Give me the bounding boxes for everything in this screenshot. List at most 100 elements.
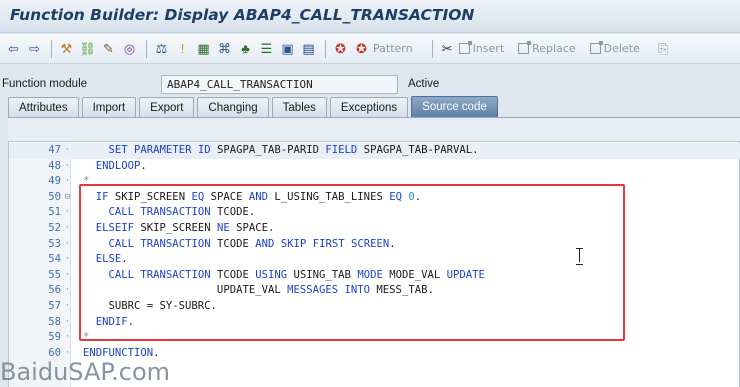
where-used-list-icon[interactable]: ▦ xyxy=(194,39,213,58)
line-number: 52 xyxy=(48,222,61,234)
activate-icon[interactable]: ◎ xyxy=(120,39,139,58)
fold-marker-icon: · xyxy=(64,301,71,311)
delete-icon xyxy=(589,41,603,54)
fold-marker-icon: ⊟ xyxy=(64,191,71,202)
pretty-printer-icon[interactable]: ▤ xyxy=(299,39,318,58)
code-text: UPDATE_VAL MESSAGES INTO MESS_TAB. xyxy=(83,284,434,297)
tab-changing[interactable]: Changing xyxy=(197,97,269,117)
line-number: 56 xyxy=(48,284,61,297)
fold-marker-icon: · xyxy=(64,332,71,343)
code-text: ENDLOOP. xyxy=(95,159,147,172)
fold-marker-icon: · xyxy=(64,176,71,187)
code-text: ELSE. xyxy=(95,253,128,266)
code-line[interactable]: 58 · ENDIF. xyxy=(9,315,740,331)
text-cursor-icon xyxy=(576,248,583,265)
insert-label: Insert xyxy=(472,42,505,55)
code-line[interactable]: 53 · CALL TRANSACTION TCODE AND SKIP FIRS… xyxy=(9,237,740,253)
back-icon[interactable]: ⇦ xyxy=(4,39,23,58)
code-line[interactable]: 59 · * xyxy=(9,330,740,346)
pattern-button[interactable]: Pattern xyxy=(373,42,413,55)
source-code-editor[interactable]: 47 · SET PARAMETER ID SPAGPA_TAB-PARID FI… xyxy=(8,141,740,387)
replace-button[interactable]: Replace xyxy=(518,41,576,55)
delete-button[interactable]: Delete xyxy=(589,41,640,55)
toolbar-separator xyxy=(146,39,147,58)
code-text: CALL TRANSACTION TCODE AND SKIP FIRST SC… xyxy=(108,237,396,250)
code-text: ENDIF. xyxy=(95,315,135,328)
display-object-list-icon[interactable]: ⌘ xyxy=(215,39,234,58)
breakpoint-icon[interactable]: ✪ xyxy=(331,39,350,58)
code-text: * xyxy=(83,331,90,344)
toolbar-separator xyxy=(51,39,52,58)
function-module-row: Function module ABAP4_CALL_TRANSACTION A… xyxy=(0,74,740,96)
session-breakpoint-icon[interactable]: ✪ xyxy=(352,39,371,58)
tab-import[interactable]: Import xyxy=(81,97,137,117)
code-line[interactable]: 56 · UPDATE_VAL MESSAGES INTO MESS_TAB. xyxy=(9,283,740,299)
toolbar-separator xyxy=(431,39,433,58)
fold-marker-icon: · xyxy=(64,160,71,171)
code-line[interactable]: 48 · ENDLOOP. xyxy=(9,159,740,175)
code-line[interactable]: 52 · ELSEIF SKIP_SCREEN NE SPACE. xyxy=(9,221,740,237)
code-line[interactable]: 57 · SUBRC = SY-SUBRC. xyxy=(9,299,740,315)
cut-icon[interactable]: ✂ xyxy=(438,39,457,58)
fold-marker-icon: · xyxy=(64,316,71,327)
code-text: CALL TRANSACTION TCODE USING USING_TAB M… xyxy=(108,268,485,281)
fold-marker-icon: · xyxy=(64,285,71,296)
application-toolbar: ⇦ ⇨ ⚒ ⛓ ✎ ◎ ⚖ ǃ ▦ ⌘ ♣ ☰ ▣ ▤ ✪ ✪ Pattern … xyxy=(0,34,740,64)
code-text: IF SKIP_SCREEN EQ SPACE AND L_USING_TAB_… xyxy=(95,190,422,203)
line-number: 54 xyxy=(48,253,61,266)
function-module-field[interactable]: ABAP4_CALL_TRANSACTION xyxy=(161,75,398,94)
undo-icon[interactable]: ⎘ xyxy=(654,39,673,58)
line-number: 53 xyxy=(48,237,61,250)
code-line[interactable]: 50 ⊟ IF SKIP_SCREEN EQ SPACE AND L_USING_… xyxy=(9,190,740,206)
fold-marker-icon: · xyxy=(64,145,71,155)
forward-icon[interactable]: ⇨ xyxy=(25,39,44,58)
line-number: 58 xyxy=(48,315,61,328)
code-line[interactable]: 55 · CALL TRANSACTION TCODE USING USING_T… xyxy=(9,268,740,284)
info-icon[interactable]: ▣ xyxy=(278,39,297,58)
fold-marker-icon: · xyxy=(64,223,71,233)
replace-label: Replace xyxy=(532,42,576,55)
tab-strip: Attributes Import Export Changing Tables… xyxy=(8,96,501,117)
hierarchy-icon[interactable]: ☰ xyxy=(257,39,276,58)
fold-marker-icon: · xyxy=(64,207,71,218)
check-icon[interactable]: ⚖ xyxy=(152,39,171,58)
code-text: SET PARAMETER ID SPAGPA_TAB-PARID FIELD … xyxy=(108,144,479,156)
function-module-status: Active xyxy=(408,78,440,90)
tab-attributes[interactable]: Attributes xyxy=(8,97,79,117)
tab-tables[interactable]: Tables xyxy=(271,97,327,117)
where-used-icon[interactable]: ⛓ xyxy=(78,39,97,58)
watermark: BaiduSAP.com xyxy=(0,358,171,386)
line-number: 51 xyxy=(48,206,61,219)
code-line[interactable]: 47 · SET PARAMETER ID SPAGPA_TAB-PARID FI… xyxy=(9,143,740,159)
line-number: 57 xyxy=(48,300,61,312)
fold-marker-icon: · xyxy=(64,238,71,249)
display-change-icon[interactable]: ✎ xyxy=(99,39,118,58)
line-number: 59 xyxy=(48,331,61,344)
code-line[interactable]: 51 · CALL TRANSACTION TCODE. xyxy=(9,205,740,221)
other-object-icon[interactable]: ⚒ xyxy=(57,39,76,58)
window-title: Function Builder: Display ABAP4_CALL_TRA… xyxy=(10,6,475,24)
code-line[interactable]: 54 · ELSE. xyxy=(9,252,740,268)
tab-export[interactable]: Export xyxy=(139,97,195,117)
insert-icon xyxy=(458,41,472,54)
fold-marker-icon: · xyxy=(64,254,71,265)
delete-label: Delete xyxy=(603,42,640,55)
tab-panel: 47 · SET PARAMETER ID SPAGPA_TAB-PARID FI… xyxy=(8,117,740,387)
line-number: 50 xyxy=(48,190,61,203)
code-text: ELSEIF SKIP_SCREEN NE SPACE. xyxy=(95,222,275,234)
function-module-label: Function module xyxy=(2,78,88,90)
code-text: SUBRC = SY-SUBRC. xyxy=(83,300,217,312)
navigation-window-icon[interactable]: ♣ xyxy=(236,39,255,58)
code-line[interactable]: 49 · * xyxy=(9,174,740,190)
tab-exceptions[interactable]: Exceptions xyxy=(329,97,409,117)
line-number: 48 xyxy=(48,159,61,172)
line-number: 55 xyxy=(48,268,61,281)
fold-marker-icon: · xyxy=(64,269,71,280)
insert-button[interactable]: Insert xyxy=(458,41,505,55)
line-number: 49 xyxy=(48,175,61,188)
test-icon[interactable]: ǃ xyxy=(173,39,192,58)
tab-source-code[interactable]: Source code xyxy=(411,96,498,117)
line-number: 47 xyxy=(48,144,61,156)
title-bar: Function Builder: Display ABAP4_CALL_TRA… xyxy=(0,0,740,33)
replace-icon xyxy=(518,41,532,54)
